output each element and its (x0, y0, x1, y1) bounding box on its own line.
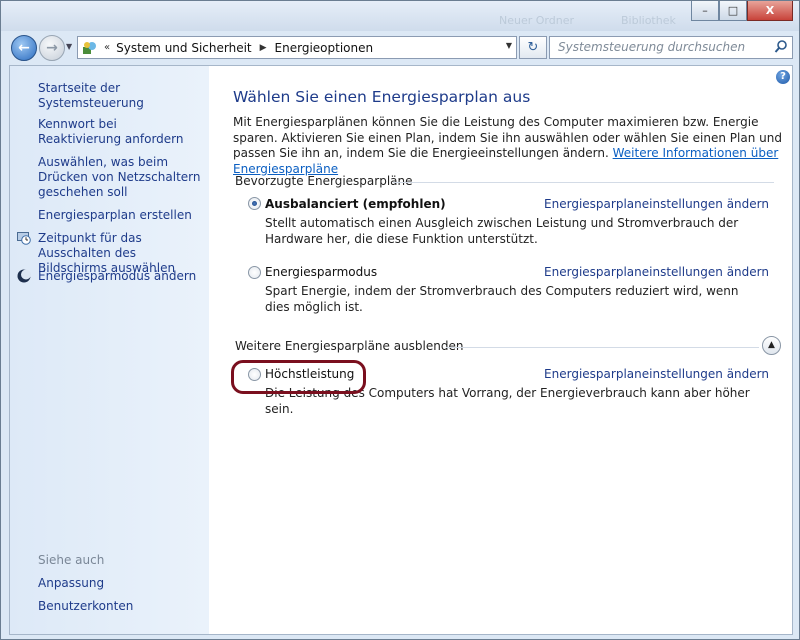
address-dropdown-icon[interactable]: ▼ (506, 41, 512, 50)
history-dropdown-icon[interactable]: ▼ (66, 42, 72, 51)
maximize-button[interactable]: □ (719, 1, 747, 21)
breadcrumb-power-options[interactable]: Energieoptionen (275, 41, 374, 55)
preferred-plans-heading: Bevorzugte Energiesparpläne (235, 174, 413, 188)
collapse-chevron-icon[interactable]: ▲ (762, 336, 781, 355)
power-saver-plan-description: Spart Energie, indem der Stromverbrauch … (265, 284, 739, 314)
intro-paragraph: Mit Energiesparplänen können Sie die Lei… (233, 115, 783, 177)
window-controls: – □ X (691, 1, 793, 21)
require-password-link[interactable]: Kennwort bei Reaktivierung anfordern (38, 117, 203, 147)
close-button[interactable]: X (747, 1, 793, 21)
section-divider (393, 182, 774, 183)
balanced-plan-label[interactable]: Ausbalanciert (empfohlen) (265, 197, 446, 211)
balanced-change-settings-link[interactable]: Energiesparplaneinstellungen ändern (544, 197, 769, 211)
control-panel-icon (83, 41, 96, 54)
title-bar: Neuer Ordner Bibliothek – □ X (1, 1, 799, 31)
search-box[interactable]: Systemsteuerung durchsuchen (549, 36, 793, 59)
balanced-radio[interactable] (248, 197, 261, 210)
breadcrumb-arrow-icon[interactable]: ▶ (260, 43, 267, 53)
search-icon[interactable] (774, 39, 788, 54)
hidden-locations-chevron[interactable]: « (104, 42, 110, 53)
refresh-button[interactable]: ↻ (519, 36, 547, 59)
content-area: Startseite der Systemsteuerung Kennwort … (9, 65, 793, 635)
personalization-link[interactable]: Anpassung (38, 576, 104, 591)
create-power-plan-link[interactable]: Energiesparplan erstellen (38, 208, 192, 223)
high-performance-change-settings-link[interactable]: Energiesparplaneinstellungen ändern (544, 367, 769, 381)
minimize-button[interactable]: – (691, 1, 719, 21)
ghost-toolbar-item: Neuer Ordner (499, 14, 574, 27)
forward-button[interactable]: → (39, 35, 65, 61)
search-placeholder: Systemsteuerung durchsuchen (558, 40, 746, 54)
see-also-heading: Siehe auch (38, 553, 105, 567)
navigation-bar: ← → ▼ « System und Sicherheit ▶ Energieo… (1, 31, 799, 65)
sleep-mode-link[interactable]: Energiesparmodus ändern (38, 269, 196, 284)
help-icon[interactable]: ? (776, 70, 790, 84)
power-saver-change-settings-link[interactable]: Energiesparplaneinstellungen ändern (544, 265, 769, 279)
task-pane: Startseite der Systemsteuerung Kennwort … (10, 66, 209, 634)
address-bar[interactable]: « System und Sicherheit ▶ Energieoptione… (77, 36, 517, 59)
ghost-toolbar-item: Bibliothek (621, 14, 676, 27)
sleep-moon-icon (17, 269, 31, 283)
display-clock-icon (17, 232, 31, 245)
more-plans-heading: Weitere Energiesparpläne ausblenden (235, 339, 464, 353)
balanced-plan-description: Stellt automatisch einen Ausgleich zwisc… (265, 216, 739, 246)
power-buttons-link[interactable]: Auswählen, was beim Drücken von Netzscha… (38, 155, 208, 200)
user-accounts-link[interactable]: Benutzerkonten (38, 599, 133, 614)
highlight-annotation (231, 360, 366, 394)
page-title: Wählen Sie einen Energiesparplan aus (233, 88, 531, 106)
control-panel-window: Neuer Ordner Bibliothek – □ X ← → ▼ « Sy… (0, 0, 800, 640)
main-panel: ? Wählen Sie einen Energiesparplan aus M… (209, 66, 792, 634)
back-button[interactable]: ← (11, 35, 37, 61)
breadcrumb-system-security[interactable]: System und Sicherheit (116, 41, 252, 55)
power-saver-plan-label[interactable]: Energiesparmodus (265, 265, 377, 279)
section-divider (446, 347, 759, 348)
control-panel-home-link[interactable]: Startseite der Systemsteuerung (38, 81, 209, 111)
power-saver-radio[interactable] (248, 266, 261, 279)
